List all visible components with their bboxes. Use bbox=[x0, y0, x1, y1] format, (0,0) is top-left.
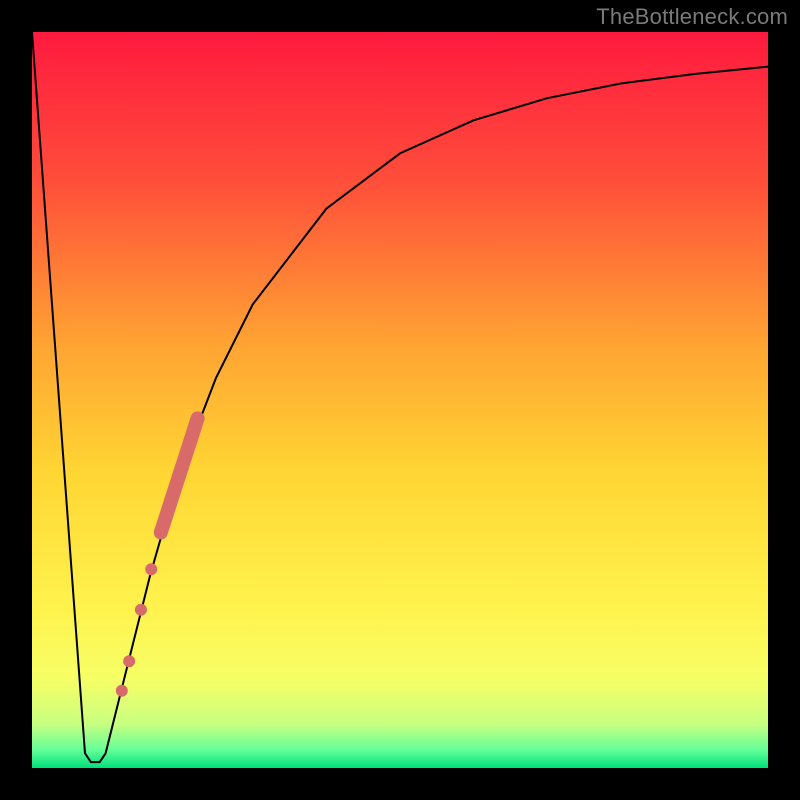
chart-svg bbox=[32, 32, 768, 768]
marker-dot bbox=[145, 563, 157, 575]
plot-area bbox=[32, 32, 768, 768]
watermark-text: TheBottleneck.com bbox=[596, 4, 788, 30]
chart-frame: TheBottleneck.com bbox=[0, 0, 800, 800]
marker-dot bbox=[123, 655, 135, 667]
marker-dot bbox=[116, 685, 128, 697]
gradient-background bbox=[32, 32, 768, 768]
marker-dot bbox=[135, 604, 147, 616]
